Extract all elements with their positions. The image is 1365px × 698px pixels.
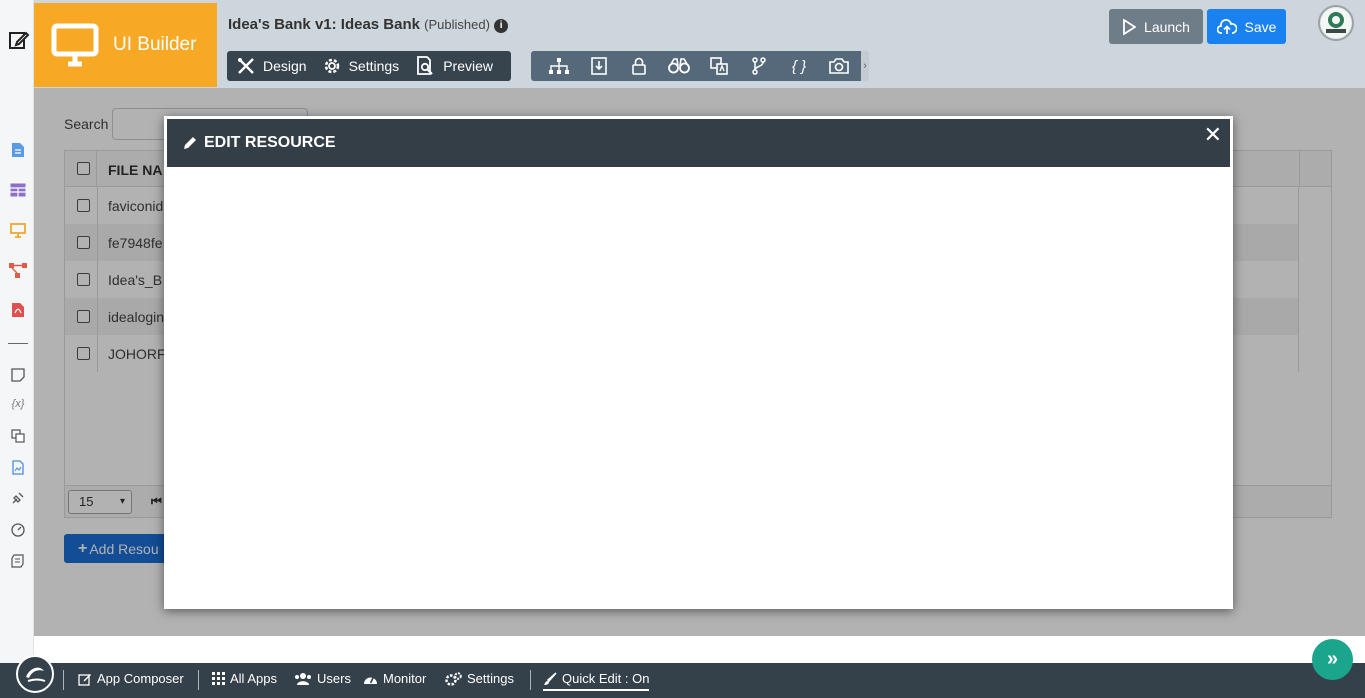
bottom-app-composer[interactable]: App Composer (78, 671, 184, 686)
camera-icon[interactable] (819, 51, 859, 81)
tab-preview-label: Preview (443, 58, 493, 74)
note-icon[interactable] (9, 366, 27, 384)
grid-icon (212, 672, 225, 685)
braces-icon[interactable]: { } (779, 51, 819, 81)
monitor-icon (51, 23, 99, 67)
script-icon[interactable] (9, 552, 27, 570)
mode-tabs: Design Settings Preview (227, 51, 511, 81)
brush-icon (544, 671, 557, 685)
bottom-bar: App Composer All Apps Users Monitor Sett… (0, 655, 1365, 698)
bottom-item-label: All Apps (230, 671, 277, 686)
branch-icon[interactable] (739, 51, 779, 81)
gauge-icon (364, 676, 377, 684)
edit-page-icon[interactable] (8, 29, 30, 51)
document-icon[interactable] (9, 141, 27, 159)
bar-divider (198, 670, 199, 690)
import-icon[interactable] (579, 51, 619, 81)
bottom-users[interactable]: Users (294, 671, 351, 686)
bar-divider (530, 670, 531, 690)
modal-body (167, 167, 1230, 606)
play-icon (1123, 18, 1137, 35)
monitor-icon[interactable] (9, 221, 27, 239)
pdf-icon[interactable] (9, 301, 27, 319)
translate-icon[interactable] (9, 427, 27, 445)
tab-design[interactable]: Design (237, 57, 307, 75)
launch-button[interactable]: Launch (1109, 9, 1203, 44)
modal-header: EDIT RESOURCE ✕ (167, 119, 1230, 167)
sitemap-icon[interactable] (539, 51, 579, 81)
flow-icon[interactable] (9, 261, 27, 279)
plug-icon[interactable] (9, 489, 27, 507)
bottom-monitor[interactable]: Monitor (363, 671, 426, 686)
tab-settings[interactable]: Settings (323, 57, 400, 75)
launch-label: Launch (1144, 18, 1190, 35)
translate-icon[interactable] (699, 51, 739, 81)
lock-icon[interactable] (619, 51, 659, 81)
close-icon[interactable]: ✕ (1204, 124, 1222, 146)
bar-divider (63, 670, 64, 690)
bottom-item-label: App Composer (97, 671, 184, 686)
table-icon[interactable] (9, 181, 27, 199)
preview-icon (417, 56, 433, 75)
tools-more-button[interactable]: › (861, 51, 869, 81)
bottom-item-label: Settings (467, 671, 514, 686)
variable-icon[interactable]: {x} (9, 395, 27, 413)
info-icon[interactable]: i (494, 19, 509, 33)
app-status: (Published) (424, 17, 490, 32)
save-label: Save (1244, 18, 1277, 35)
gear-icon (324, 58, 339, 74)
pencil-icon (184, 137, 196, 149)
users-icon (295, 673, 311, 685)
tab-preview[interactable]: Preview (415, 56, 493, 76)
cloud-upload-icon (1216, 18, 1237, 34)
bottom-quick-edit[interactable]: Quick Edit : On (543, 671, 650, 691)
binoculars-icon[interactable] (659, 51, 699, 81)
brand-title: UI Builder (113, 34, 197, 55)
save-button[interactable]: Save (1207, 9, 1286, 44)
logo-icon (26, 667, 46, 682)
avatar[interactable] (1318, 5, 1354, 41)
tab-settings-label: Settings (348, 58, 400, 74)
expand-button[interactable]: » (1312, 639, 1353, 680)
app-name: Idea's Bank v1: Ideas Bank (228, 16, 420, 33)
bottom-item-label: Quick Edit : On (562, 671, 650, 686)
app-title: Idea's Bank v1: Ideas Bank (Published) i (228, 16, 509, 33)
bottom-settings[interactable]: Settings (445, 671, 514, 686)
edit-icon (78, 673, 91, 686)
gauge-icon[interactable] (9, 521, 27, 539)
design-tools-icon (238, 58, 254, 74)
bottom-item-label: Users (317, 671, 351, 686)
bottom-item-label: Monitor (383, 671, 427, 686)
tool-bar: { } (531, 51, 861, 81)
brand-block[interactable]: UI Builder (34, 3, 217, 87)
platform-logo[interactable] (16, 655, 54, 693)
bottom-all-apps[interactable]: All Apps (212, 671, 277, 686)
tab-design-label: Design (263, 58, 307, 74)
top-header: UI Builder Idea's Bank v1: Ideas Bank (P… (34, 0, 1365, 88)
modal-title: EDIT RESOURCE (204, 134, 336, 151)
org-seal-icon (1321, 8, 1351, 38)
image-file-icon[interactable] (9, 458, 27, 476)
left-rail: {x} (0, 0, 34, 663)
rail-divider (8, 343, 28, 344)
gears-icon (445, 671, 462, 686)
edit-resource-modal: EDIT RESOURCE ✕ (164, 116, 1233, 609)
